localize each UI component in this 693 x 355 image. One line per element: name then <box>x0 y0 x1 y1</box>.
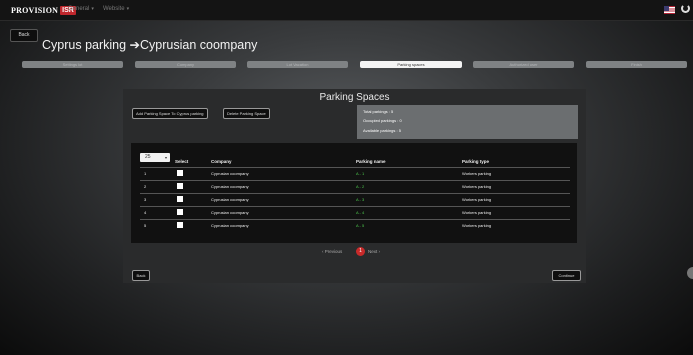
pagination: ‹ Previous 1 Next › <box>0 244 693 258</box>
nav-general-label: General <box>68 6 90 12</box>
row-company: Cyprusian coompany <box>211 184 249 189</box>
total-parkings: Total parkings : 5 <box>363 109 394 114</box>
col-parking-name: Parking name <box>356 159 386 164</box>
col-parking-type: Parking type <box>462 159 490 164</box>
brand-logo[interactable]: PROVISION ISR <box>11 4 76 16</box>
col-select: Select <box>175 159 189 164</box>
select-checkbox[interactable] <box>177 196 183 202</box>
row-company: Cyprusian coompany <box>211 223 249 228</box>
page-title: Cyprus parking ➔Cyprusian coompany <box>42 38 258 52</box>
table-row[interactable]: 4 Cyprusian coompany A - 4 Workers parki… <box>140 206 570 219</box>
row-parking-type: Workers parking <box>462 197 492 202</box>
row-parking-type: Workers parking <box>462 223 492 228</box>
top-bar: PROVISION ISR General ▾ Website ▾ <box>0 0 693 21</box>
back-bottom-button[interactable]: Back <box>132 270 150 281</box>
step-parking-spaces[interactable]: Parking spaces <box>360 61 462 68</box>
row-number: 4 <box>144 210 147 215</box>
select-checkbox[interactable] <box>177 170 183 176</box>
row-parking-name: A - 1 <box>356 171 365 176</box>
wizard-steps: Settings lot Company Lot Vacation Parkin… <box>22 61 687 68</box>
row-parking-name: A - 5 <box>356 223 365 228</box>
row-company: Cyprusian coompany <box>211 210 249 215</box>
continue-button[interactable]: Continue <box>552 270 581 281</box>
per-page-value: 25 <box>145 154 151 160</box>
step-authorized-user[interactable]: Authorized user <box>473 61 574 68</box>
chevron-down-icon: ▾ <box>126 6 130 12</box>
us-flag-icon[interactable] <box>664 6 675 14</box>
row-parking-name: A - 2 <box>356 184 365 189</box>
row-parking-name: A - 4 <box>356 210 365 215</box>
add-parking-space-button[interactable]: Add Parking Space To Cyprus parking <box>132 108 208 119</box>
chevron-down-icon: ▾ <box>164 155 167 160</box>
col-company: Company <box>211 159 232 164</box>
parking-stats: Total parkings : 5 Occupied parkings : 0… <box>357 105 578 139</box>
step-lot-vacation[interactable]: Lot Vacation <box>247 61 348 68</box>
row-number: 2 <box>144 184 147 189</box>
row-parking-type: Workers parking <box>462 210 492 215</box>
table-row[interactable]: 1 Cyprusian coompany A - 1 Workers parki… <box>140 167 570 180</box>
panel-title: Parking Spaces <box>319 92 390 103</box>
nav-website-label: Website <box>103 6 125 12</box>
select-checkbox[interactable] <box>177 209 183 215</box>
select-checkbox[interactable] <box>177 222 183 228</box>
row-number: 5 <box>144 223 147 228</box>
row-company: Cyprusian coompany <box>211 171 249 176</box>
logo-text: PROVISION <box>11 5 59 15</box>
row-number: 1 <box>144 171 147 176</box>
next-page-link[interactable]: Next › <box>368 249 380 254</box>
row-parking-name: A - 3 <box>356 197 365 202</box>
back-button[interactable]: Back <box>10 29 38 42</box>
select-checkbox[interactable] <box>177 183 183 189</box>
nav-general[interactable]: General ▾ <box>68 6 94 12</box>
step-company[interactable]: Company <box>135 61 236 68</box>
delete-parking-space-button[interactable]: Delete Parking Space <box>223 108 270 119</box>
row-parking-type: Workers parking <box>462 184 492 189</box>
previous-page-link[interactable]: ‹ Previous <box>322 249 342 254</box>
chevron-down-icon: ▾ <box>91 6 94 12</box>
current-page-button[interactable]: 1 <box>356 247 365 256</box>
table-row[interactable]: 5 Cyprusian coompany A - 5 Workers parki… <box>140 219 570 232</box>
app-screen: PROVISION ISR General ▾ Website ▾ Back Cyp… <box>0 0 693 355</box>
table-row[interactable]: 3 Cyprusian coompany A - 3 Workers parki… <box>140 193 570 206</box>
available-parkings: Available parkings : 5 <box>363 128 401 133</box>
power-icon[interactable] <box>681 4 690 13</box>
row-number: 3 <box>144 197 147 202</box>
row-parking-type: Workers parking <box>462 171 492 176</box>
nav-website[interactable]: Website ▾ <box>103 6 129 12</box>
table-row[interactable]: 2 Cyprusian coompany A - 2 Workers parki… <box>140 180 570 193</box>
per-page-select[interactable]: 25 ▾ <box>140 153 170 162</box>
row-company: Cyprusian coompany <box>211 197 249 202</box>
occupied-parkings: Occupied parkings : 0 <box>363 118 402 123</box>
step-finish[interactable]: Finish <box>586 61 687 68</box>
step-settings-lot[interactable]: Settings lot <box>22 61 123 68</box>
side-handle-icon[interactable] <box>687 267 693 279</box>
